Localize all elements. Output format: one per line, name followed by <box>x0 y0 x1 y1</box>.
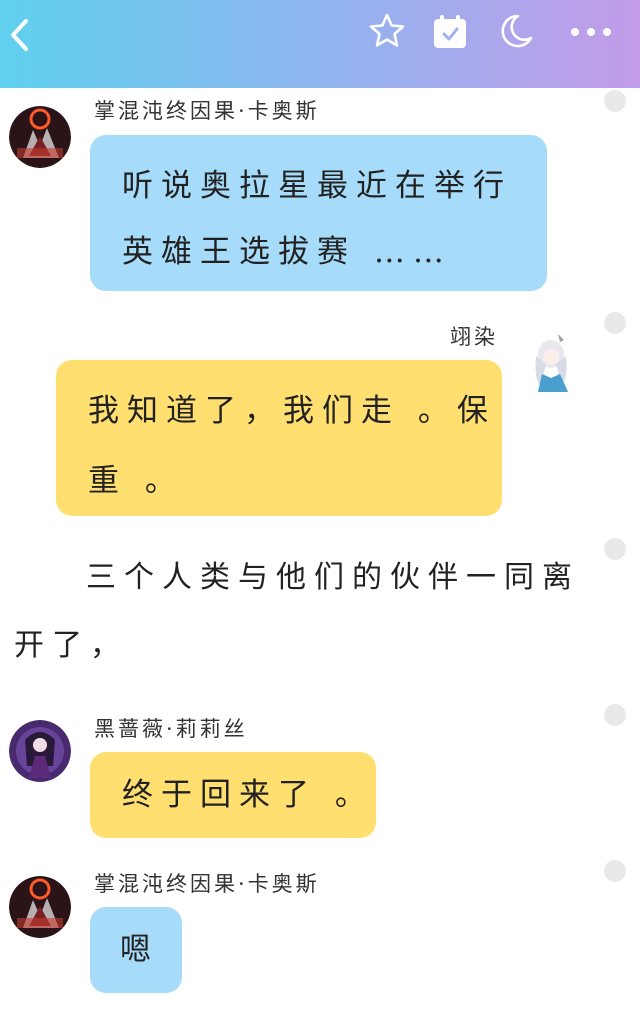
message-bubble: 终于回来了 。 <box>90 752 376 838</box>
avatar[interactable] <box>520 330 582 392</box>
avatar[interactable] <box>9 106 71 168</box>
message-line: 听说奥拉星最近在举行 <box>122 168 512 204</box>
narration-line: 三个人类与他们的伙伴一同离 <box>86 560 580 595</box>
message-line: 我知道了，我们走 。保 <box>88 393 496 429</box>
message-menu-dot[interactable] <box>604 90 626 112</box>
message-menu-dot[interactable] <box>604 312 626 334</box>
back-icon[interactable] <box>6 16 34 54</box>
message-bubble: 听说奥拉星最近在举行 英雄王选拔赛 …… <box>90 135 547 291</box>
message-bubble: 我知道了，我们走 。保 重 。 <box>56 360 502 516</box>
avatar[interactable] <box>9 876 71 938</box>
message-line: 终于回来了 。 <box>122 777 374 813</box>
sender-name: 黑蔷薇·莉莉丝 <box>94 717 248 741</box>
message-line: 嗯 <box>120 932 159 968</box>
calendar-check-icon[interactable] <box>432 14 468 50</box>
message-line: 英雄王选拔赛 …… <box>122 234 452 270</box>
more-icon[interactable] <box>568 22 614 42</box>
sender-name: 翊染 <box>450 325 498 349</box>
top-bar <box>0 0 640 88</box>
sender-name: 掌混沌终因果·卡奥斯 <box>94 872 320 896</box>
message-menu-dot[interactable] <box>604 538 626 560</box>
narration-line: 开了， <box>14 628 128 663</box>
sender-name: 掌混沌终因果·卡奥斯 <box>94 99 320 123</box>
message-menu-dot[interactable] <box>604 704 626 726</box>
avatar[interactable] <box>9 720 71 782</box>
star-icon[interactable] <box>368 12 406 50</box>
message-bubble: 嗯 <box>90 907 182 993</box>
moon-icon[interactable] <box>496 12 534 50</box>
message-menu-dot[interactable] <box>604 860 626 882</box>
message-line: 重 。 <box>88 463 184 499</box>
